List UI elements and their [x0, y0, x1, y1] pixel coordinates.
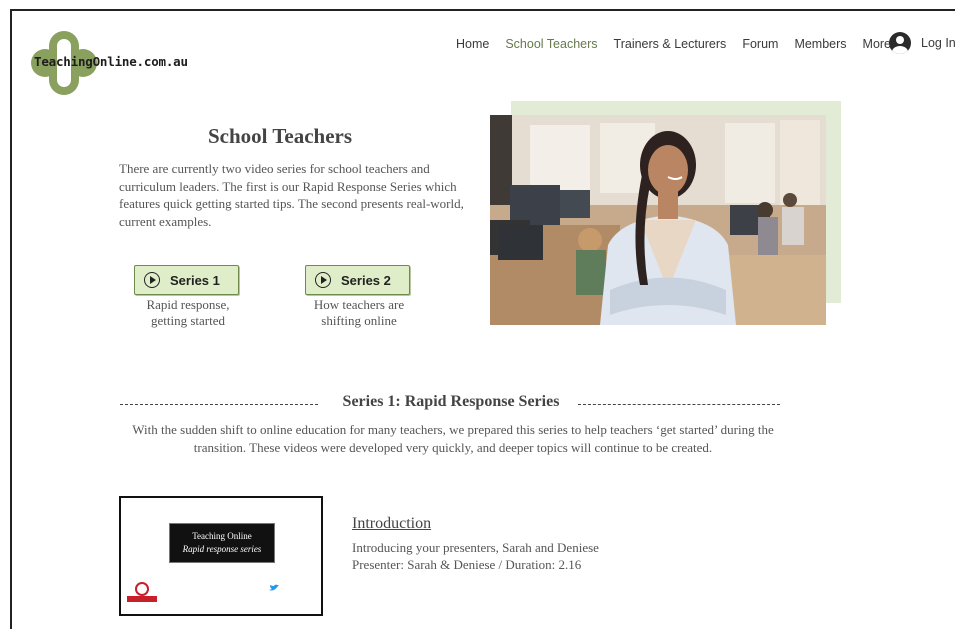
section-divider-right	[578, 404, 780, 405]
series-2-caption: How teachers are shifting online	[313, 297, 405, 328]
thumbnail-subtitle: Rapid response series	[182, 544, 262, 554]
teacher-classroom-photo	[490, 115, 826, 325]
section-description: With the sudden shift to online educatio…	[132, 422, 774, 455]
video-description: Introducing your presenters, Sarah and D…	[352, 540, 599, 573]
thumbnail-title-box: Teaching Online Rapid response series	[169, 523, 275, 563]
nav-school-teachers[interactable]: School Teachers	[505, 37, 597, 51]
logo-text[interactable]: TeachingOnline.com.au	[34, 54, 188, 69]
twitter-icon	[269, 584, 279, 591]
section-title: Series 1: Rapid Response Series	[342, 393, 560, 410]
intro-text: There are currently two video series for…	[119, 161, 464, 229]
video-desc-line-1: Introducing your presenters, Sarah and D…	[352, 540, 599, 555]
series-1-label: Series 1	[170, 272, 220, 288]
page-title: School Teachers	[207, 124, 353, 148]
section-divider-left	[120, 404, 318, 405]
login-button[interactable]: Log In	[889, 32, 955, 54]
video-desc-line-2: Presenter: Sarah & Deniese / Duration: 2…	[352, 556, 582, 572]
main-nav: Home School Teachers Trainers & Lecturer…	[456, 37, 907, 51]
series-2-label: Series 2	[341, 272, 391, 288]
play-icon	[315, 272, 331, 288]
nav-home[interactable]: Home	[456, 37, 489, 51]
thumbnail-title: Teaching Online	[192, 531, 252, 541]
nav-trainers-lecturers[interactable]: Trainers & Lecturers	[614, 37, 727, 51]
nav-more[interactable]: More	[863, 37, 891, 51]
play-icon	[144, 272, 160, 288]
user-avatar-icon	[889, 32, 911, 54]
series-2-button[interactable]: Series 2	[305, 265, 410, 295]
series-1-caption: Rapid response, getting started	[146, 297, 230, 328]
login-label: Log In	[921, 36, 955, 50]
video-thumbnail[interactable]: Teaching Online Rapid response series	[119, 496, 323, 616]
griffith-logo-icon	[127, 582, 157, 602]
video-title-link[interactable]: Introduction	[352, 515, 431, 533]
series-1-button[interactable]: Series 1	[134, 265, 239, 295]
nav-forum[interactable]: Forum	[742, 37, 778, 51]
nav-members[interactable]: Members	[794, 37, 846, 51]
